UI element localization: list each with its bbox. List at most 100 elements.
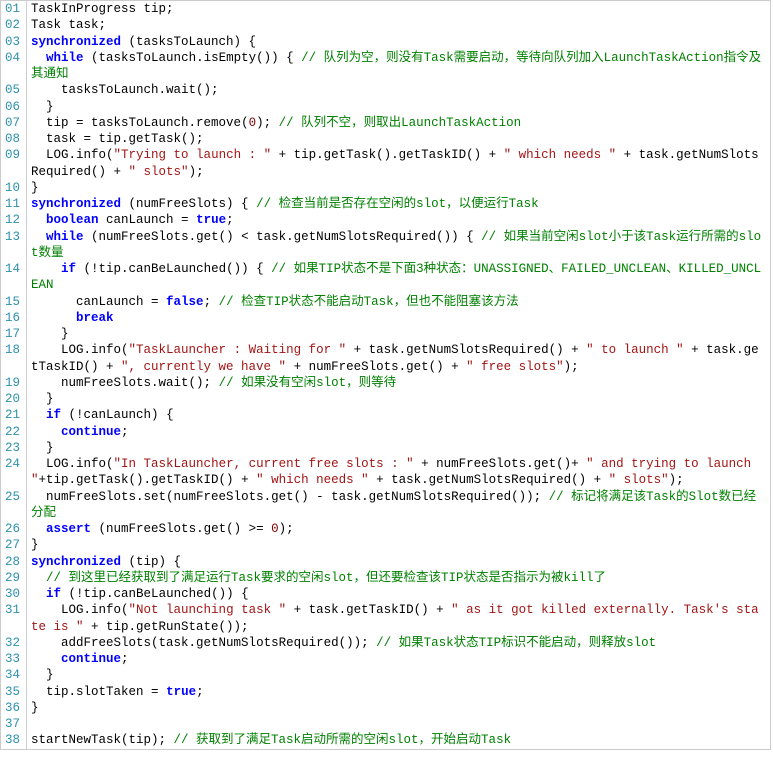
- line-number: 02: [1, 17, 26, 33]
- code-line: TaskInProgress tip;: [31, 1, 766, 17]
- code-line: numFreeSlots.wait(); // 如果没有空闲slot，则等待: [31, 375, 766, 391]
- code-line: assert (numFreeSlots.get() >= 0);: [31, 521, 766, 537]
- token-cm: // 如果没有空闲slot，则等待: [219, 376, 397, 390]
- line-number: 30: [1, 586, 26, 602]
- token-pln: LOG.info(: [31, 603, 129, 617]
- code-line: synchronized (tasksToLaunch) {: [31, 34, 766, 50]
- line-number: 33: [1, 651, 26, 667]
- code-line: }: [31, 667, 766, 683]
- code-line: tasksToLaunch.wait();: [31, 82, 766, 98]
- token-pln: }: [31, 701, 39, 715]
- token-pln: (!tip.canBeLaunched()) {: [61, 587, 249, 601]
- token-pln: + numFreeSlots.get() +: [286, 360, 466, 374]
- token-kw: synchronized: [31, 197, 121, 211]
- token-pln: (!canLaunch) {: [61, 408, 174, 422]
- line-number: 08: [1, 131, 26, 147]
- line-number: 14: [1, 261, 26, 294]
- line-number: 32: [1, 635, 26, 651]
- line-number: 13: [1, 229, 26, 262]
- token-pln: task = tip.getTask();: [31, 132, 204, 146]
- token-pln: ;: [226, 213, 234, 227]
- code-line: continue;: [31, 651, 766, 667]
- token-pln: [31, 230, 46, 244]
- code-line: task = tip.getTask();: [31, 131, 766, 147]
- token-kw: while: [46, 51, 84, 65]
- line-number: 36: [1, 700, 26, 716]
- source-pane: TaskInProgress tip;Task task;synchronize…: [27, 1, 770, 749]
- code-line: LOG.info("Trying to launch : " + tip.get…: [31, 147, 766, 180]
- code-line: if (!tip.canBeLaunched()) {: [31, 586, 766, 602]
- line-number: 22: [1, 424, 26, 440]
- line-number-gutter: 0102030405060708091011121314151617181920…: [1, 1, 27, 749]
- token-cm: // 检查TIP状态不能启动Task，但也不能阻塞该方法: [219, 295, 519, 309]
- token-pln: numFreeSlots.set(numFreeSlots.get() - ta…: [31, 490, 549, 504]
- token-pln: tip = tasksToLaunch.remove(: [31, 116, 249, 130]
- token-pln: [31, 522, 46, 536]
- token-pln: + tip.getTask().getTaskID() +: [271, 148, 504, 162]
- line-number: 01: [1, 1, 26, 17]
- token-pln: [31, 262, 61, 276]
- token-pln: );: [189, 165, 204, 179]
- code-line: LOG.info("TaskLauncher : Waiting for " +…: [31, 342, 766, 375]
- token-kw: synchronized: [31, 35, 121, 49]
- token-pln: [31, 587, 46, 601]
- token-num: 0: [249, 116, 257, 130]
- token-pln: [31, 213, 46, 227]
- line-number: 31: [1, 602, 26, 635]
- code-line: Task task;: [31, 17, 766, 33]
- code-line: continue;: [31, 424, 766, 440]
- line-number: 03: [1, 34, 26, 50]
- token-kw: if: [46, 408, 61, 422]
- token-pln: [31, 717, 39, 731]
- token-pln: );: [279, 522, 294, 536]
- code-line: canLaunch = false; // 检查TIP状态不能启动Task，但也…: [31, 294, 766, 310]
- token-pln: (tasksToLaunch.isEmpty()) {: [84, 51, 302, 65]
- code-line: }: [31, 440, 766, 456]
- token-pln: +tip.getTask().getTaskID() +: [39, 473, 257, 487]
- token-pln: (numFreeSlots.get() >=: [91, 522, 271, 536]
- code-line: LOG.info("In TaskLauncher, current free …: [31, 456, 766, 489]
- line-number: 19: [1, 375, 26, 391]
- token-pln: }: [31, 392, 54, 406]
- token-pln: }: [31, 668, 54, 682]
- token-str: "TaskLauncher : Waiting for ": [129, 343, 347, 357]
- token-pln: TaskInProgress tip;: [31, 2, 174, 16]
- token-num: 0: [271, 522, 279, 536]
- code-block: 0102030405060708091011121314151617181920…: [0, 0, 771, 750]
- token-pln: (numFreeSlots) {: [121, 197, 256, 211]
- line-number: 29: [1, 570, 26, 586]
- code-line: if (!tip.canBeLaunched()) { // 如果TIP状态不是…: [31, 261, 766, 294]
- token-str: " slots": [129, 165, 189, 179]
- token-str: "In TaskLauncher, current free slots : ": [114, 457, 414, 471]
- code-line: boolean canLaunch = true;: [31, 212, 766, 228]
- token-pln: );: [669, 473, 684, 487]
- token-str: " which needs ": [256, 473, 369, 487]
- code-line: }: [31, 391, 766, 407]
- line-number: 04: [1, 50, 26, 83]
- token-pln: (tasksToLaunch) {: [121, 35, 256, 49]
- line-number: 12: [1, 212, 26, 228]
- line-number: 09: [1, 147, 26, 180]
- token-pln: + task.getNumSlotsRequired() +: [369, 473, 609, 487]
- token-val: true: [196, 213, 226, 227]
- line-number: 16: [1, 310, 26, 326]
- code-line: // 到这里已经获取到了满足运行Task要求的空闲slot，但还要检查该TIP状…: [31, 570, 766, 586]
- code-line: }: [31, 537, 766, 553]
- line-number: 20: [1, 391, 26, 407]
- token-pln: canLaunch =: [31, 295, 166, 309]
- line-number: 15: [1, 294, 26, 310]
- line-number: 35: [1, 684, 26, 700]
- token-pln: tip.slotTaken =: [31, 685, 166, 699]
- code-line: addFreeSlots(task.getNumSlotsRequired())…: [31, 635, 766, 651]
- token-pln: tasksToLaunch.wait();: [31, 83, 219, 97]
- token-kw: boolean: [46, 213, 99, 227]
- line-number: 10: [1, 180, 26, 196]
- token-pln: [31, 51, 46, 65]
- token-pln: }: [31, 441, 54, 455]
- token-pln: canLaunch =: [99, 213, 197, 227]
- token-pln: + numFreeSlots.get()+: [414, 457, 587, 471]
- token-pln: }: [31, 100, 54, 114]
- token-str: " to launch ": [586, 343, 684, 357]
- code-line: LOG.info("Not launching task " + task.ge…: [31, 602, 766, 635]
- code-line: [31, 716, 766, 732]
